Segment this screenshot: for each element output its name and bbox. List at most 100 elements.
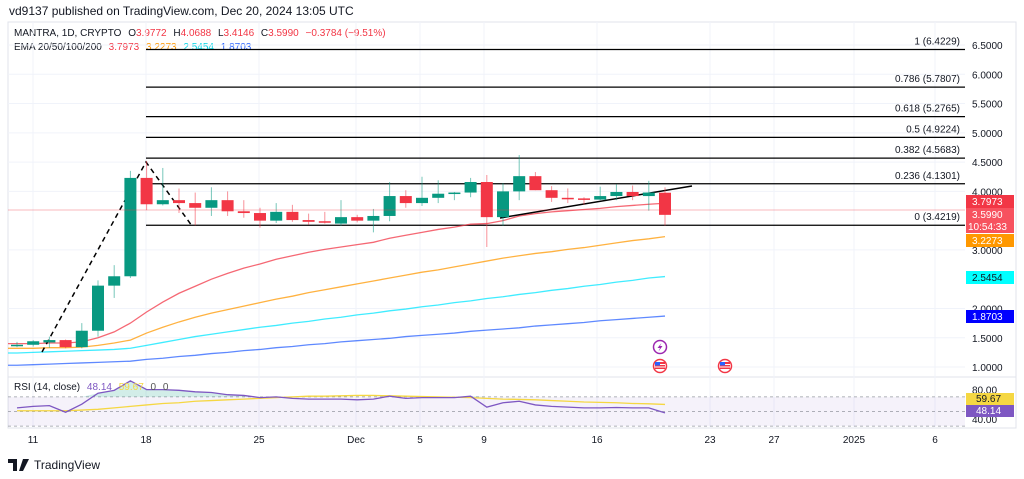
candle-body — [432, 193, 445, 198]
candle-body — [383, 196, 396, 216]
price-chart[interactable]: 1 (6.4229) 0.786 (5.7807) 0.618 (5.2765) 0.… — [0, 0, 1024, 479]
candle-body — [156, 200, 169, 205]
candle[interactable] — [75, 323, 88, 349]
candle[interactable] — [464, 177, 477, 198]
candle-body — [545, 190, 558, 198]
ema50-price-label: 3.2273 — [972, 236, 1003, 247]
candle[interactable] — [189, 192, 202, 226]
candle-body — [497, 191, 509, 218]
candle-body — [270, 211, 283, 221]
candle[interactable] — [302, 213, 315, 225]
candle[interactable] — [399, 190, 412, 208]
last-price-label: 3.5990 — [972, 210, 1003, 221]
candle-body — [464, 182, 477, 193]
ema20-price-label: 3.7973 — [972, 197, 1003, 208]
fib-level-label: 0.5 (4.9224) — [906, 124, 960, 135]
candle[interactable] — [335, 200, 347, 226]
candle[interactable] — [11, 341, 23, 348]
candle[interactable] — [286, 204, 299, 222]
dashed-swing-line[interactable] — [41, 160, 193, 353]
candle[interactable] — [221, 191, 234, 216]
ema200-price-label: 1.8703 — [972, 312, 1003, 323]
candle[interactable] — [270, 203, 283, 223]
trend-drawings[interactable] — [41, 160, 693, 353]
candle[interactable] — [59, 339, 72, 349]
lightning-icon[interactable] — [652, 339, 668, 355]
bar-countdown: 10:54:33 — [968, 222, 1007, 233]
brand-name: TradingView — [34, 458, 101, 472]
candle[interactable] — [92, 280, 104, 337]
time-tick: 18 — [140, 435, 152, 446]
candle[interactable] — [351, 214, 364, 223]
candle-body — [399, 196, 412, 204]
candle[interactable] — [367, 208, 380, 233]
ema50-line — [8, 235, 666, 349]
fib-level-label: 1 (6.4229) — [914, 37, 960, 48]
time-tick: 9 — [481, 435, 487, 446]
time-tick: 25 — [253, 435, 265, 446]
candle[interactable] — [108, 265, 121, 298]
candle[interactable] — [173, 188, 185, 214]
candle-body — [108, 276, 121, 286]
candle[interactable] — [156, 167, 169, 206]
price-tick: 3.0000 — [972, 246, 1003, 257]
us-flag-icon[interactable] — [652, 358, 668, 374]
candle[interactable] — [626, 185, 639, 201]
fib-level-label: 0.618 (5.2765) — [895, 104, 960, 115]
candle-body — [237, 211, 250, 214]
fib-level-label: 0.786 (5.7807) — [895, 74, 960, 85]
candle-body — [448, 192, 461, 195]
candle-body — [124, 177, 137, 277]
candle[interactable] — [561, 188, 574, 204]
tradingview-logo-icon — [8, 459, 29, 471]
fib-level-label: 0 (3.4219) — [914, 212, 960, 223]
candle-body — [610, 191, 623, 197]
ema200-line — [8, 315, 666, 366]
candle-body — [75, 330, 88, 348]
time-tick: 23 — [704, 435, 716, 446]
candle-body — [59, 340, 72, 348]
price-tick: 1.5000 — [972, 334, 1003, 345]
candle[interactable] — [124, 170, 137, 279]
candle[interactable] — [529, 172, 542, 191]
candle[interactable] — [594, 186, 607, 201]
candle[interactable] — [237, 200, 250, 218]
event-markers[interactable] — [652, 339, 733, 374]
price-tick: 5.0000 — [972, 129, 1003, 140]
candle-body — [318, 221, 331, 223]
ema20-line — [8, 202, 666, 345]
candle[interactable] — [383, 182, 396, 222]
us-flag-icon[interactable] — [717, 358, 733, 374]
tradingview-logo[interactable]: TradingView — [8, 458, 100, 472]
candle-body — [529, 176, 542, 191]
candle[interactable] — [659, 187, 671, 226]
candle[interactable] — [27, 340, 40, 347]
price-tick: 4.5000 — [972, 158, 1003, 169]
price-tick: 1.0000 — [972, 363, 1003, 374]
candle[interactable] — [448, 191, 461, 201]
candle-body — [367, 215, 380, 221]
fib-level-label: 0.382 (4.5683) — [895, 145, 960, 156]
rsi-ma-label: 59.67 — [976, 394, 1001, 405]
candle[interactable] — [642, 180, 655, 211]
candle[interactable] — [545, 186, 558, 202]
candle-body — [43, 340, 56, 343]
candle-body — [140, 177, 153, 205]
ema100-price-label: 2.5454 — [972, 273, 1003, 284]
time-tick: Dec — [347, 435, 365, 446]
candle-body — [561, 197, 574, 200]
candle-body — [578, 198, 590, 200]
candle-body — [27, 341, 40, 345]
time-tick: 27 — [768, 435, 780, 446]
candle-body — [659, 192, 671, 215]
time-tick: 16 — [591, 435, 603, 446]
candle-body — [92, 285, 104, 331]
rsi-label[interactable]: RSI (14, close) — [14, 382, 80, 393]
rsi-value-label: 48.14 — [976, 406, 1001, 417]
candle[interactable] — [318, 211, 331, 224]
rsi-band-fill — [8, 396, 965, 427]
candle[interactable] — [480, 174, 493, 247]
candle-body — [416, 197, 428, 204]
candle-body — [480, 182, 493, 218]
candle-body — [351, 217, 364, 221]
